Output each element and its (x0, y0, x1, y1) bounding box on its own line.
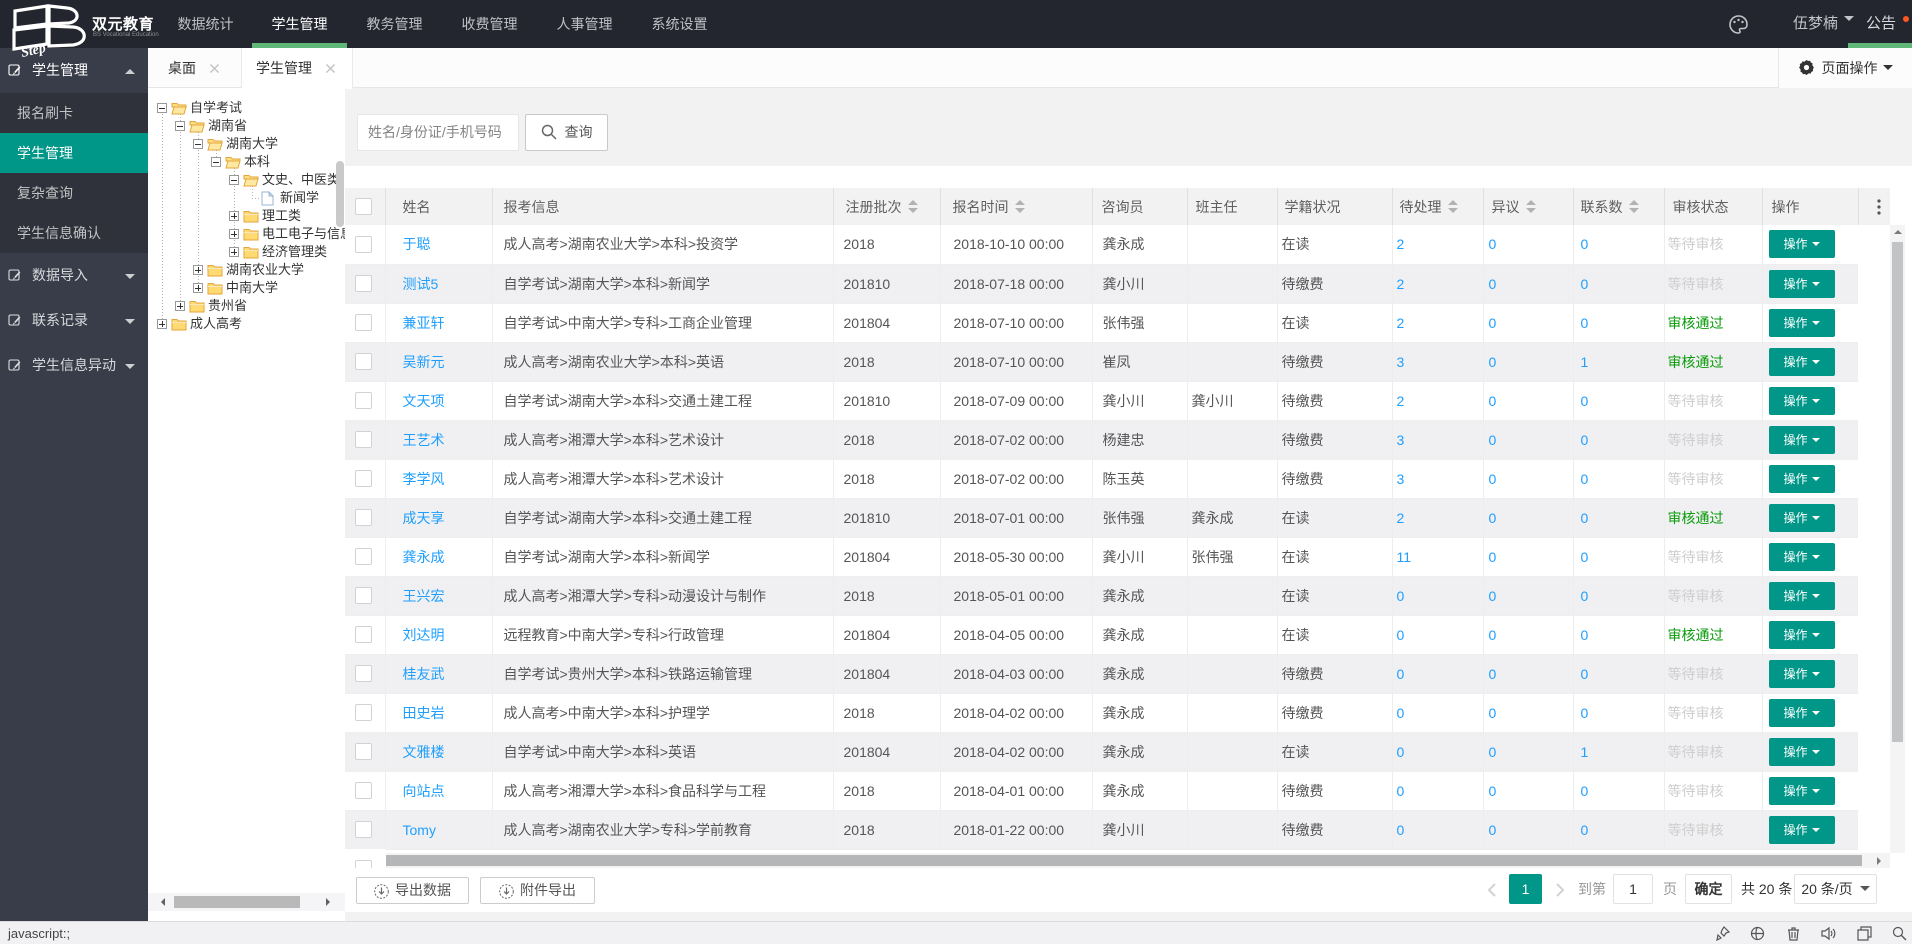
svg-text:Step: Step (20, 41, 48, 57)
